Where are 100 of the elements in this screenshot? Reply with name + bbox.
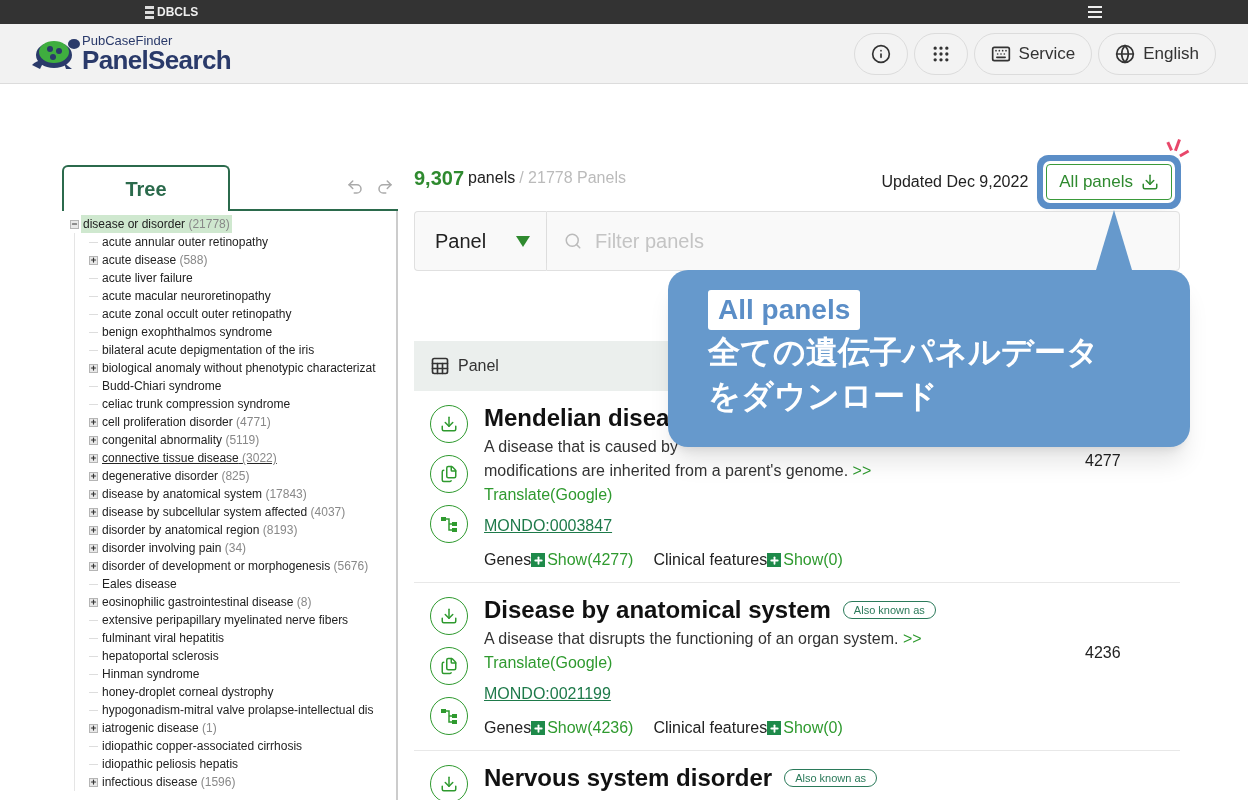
expand-icon[interactable] [89,597,98,607]
panel-count: 9,307 [414,166,465,191]
brand-name: DBCLS [157,4,199,21]
tree-item[interactable]: disorder involving pain (34) [100,539,249,557]
tree-item[interactable]: fulminant viral hepatitis [100,629,227,647]
callout-badge: All panels [708,290,861,330]
expand-icon[interactable] [89,417,98,427]
tree-item[interactable]: infectious disease (1596) [100,773,238,791]
tree-item[interactable]: hypogonadism-mitral valve prolapse-intellectual dis [100,701,376,719]
panel-count-label: panels [468,168,516,188]
plus-icon [531,553,546,567]
language-button[interactable]: English [1098,32,1216,75]
hierarchy-icon [440,515,458,533]
tree-item[interactable]: Budd-Chiari syndrome [100,377,224,395]
translate-link[interactable]: Translate(Google) [484,486,613,503]
expand-icon[interactable] [89,723,98,733]
tree-item[interactable]: Eales disease [100,575,179,593]
tree-item[interactable]: acute annular outer retinopathy [100,233,271,251]
tree-item[interactable]: connective tissue disease (3022) [100,449,279,467]
apps-button[interactable] [913,32,968,75]
tree-item[interactable]: extensive peripapillary myelinated nerve fibers [100,611,351,629]
panel-description: A disease that disrupts the functioning of an organ system. [484,630,899,647]
clinical-features-label: Clinical features [653,718,768,738]
expand-icon[interactable] [89,489,98,499]
panel-title[interactable]: Disease by anatomical system [484,593,831,627]
clinical-features-label: Clinical features [653,550,768,570]
search-icon [564,232,582,250]
genes-label: Genes [484,550,532,570]
logo-subtitle: PubCaseFinder [82,34,174,47]
panel-select[interactable]: Panel [414,211,546,271]
download-icon [1141,173,1159,191]
copy-icon [440,465,458,483]
callout-text: 全ての遺伝子パネルデータ [708,333,1100,372]
tree-item[interactable]: iatrogenic disease (1) [100,719,219,737]
tree-item[interactable]: hepatoportal sclerosis [100,647,221,665]
expand-icon[interactable] [89,525,98,535]
tree-item[interactable]: congenital abnormality (5119) [100,431,262,449]
hierarchy-icon [440,707,458,725]
tree-item[interactable]: cell proliferation disorder (4771) [100,413,273,431]
menu-icon[interactable] [1088,6,1102,18]
gene-count: 4236 [1085,644,1121,661]
expand-icon[interactable] [89,255,98,265]
copy-icon [440,657,458,675]
callout-text: をダウンロード [708,377,939,416]
info-button[interactable] [853,32,908,75]
expand-icon[interactable] [89,543,98,553]
tree-item[interactable]: disease or disorder (21778) [81,215,232,233]
total-panels: / 21778 Panels [519,166,626,190]
tree-item[interactable]: celiac trunk compression syndrome [100,395,293,413]
tree-item[interactable]: disease by subcellular system affected (4037) [100,503,348,521]
download-icon [440,607,458,625]
translate-link[interactable]: Translate(Google) [484,654,613,671]
tree-item[interactable]: eosinophilic gastrointestinal disease (8) [100,593,314,611]
expand-icon[interactable] [89,561,98,571]
service-button[interactable]: Service [973,32,1093,75]
mondo-link[interactable]: MONDO:0021199 [484,685,611,702]
table-icon [430,356,450,376]
tree-item[interactable]: idiopathic copper-associated cirrhosis [100,737,305,755]
tree-item[interactable]: acute zonal occult outer retinopathy [100,305,294,323]
panel-description: A disease that is caused by [484,438,678,455]
panel-description: modifications are inherited from a parent's genome. [484,462,849,479]
dropdown-icon [516,235,530,247]
expand-icon[interactable] [89,777,98,787]
mondo-link[interactable]: MONDO:0003847 [484,517,613,534]
tree-item[interactable]: honey-droplet corneal dystrophy [100,683,276,701]
expand-icon[interactable] [89,507,98,517]
clinical-features-show-button[interactable]: Show(0) [767,716,843,740]
tree-item[interactable]: idiopathic peliosis hepatis [100,755,241,773]
expand-icon[interactable] [89,453,98,463]
info-icon [870,43,891,64]
expand-icon[interactable] [89,435,98,445]
panel-title[interactable]: Nervous system disorder [484,761,773,795]
spark-icon [1166,138,1192,160]
genes-label: Genes [484,718,532,738]
download-icon [440,775,458,793]
tree-item[interactable]: acute macular neuroretinopathy [100,287,273,305]
tree-tab[interactable]: Tree [62,165,230,211]
clinical-features-show-button[interactable]: Show(0) [767,548,843,572]
tree-item[interactable]: degenerative disorder (825) [100,467,252,485]
brand-icon [145,5,154,19]
tree-item[interactable]: Hinman syndrome [100,665,202,683]
tree-item[interactable]: benign exophthalmos syndrome [100,323,275,341]
panel-title[interactable]: Mendelian disea [484,401,670,435]
genes-show-button[interactable]: Show(4277) [531,548,634,572]
tree-item[interactable]: bilateral acute depigmentation of the iris [100,341,317,359]
tree-item[interactable]: disorder by anatomical region (8193) [100,521,300,539]
plus-icon [767,721,782,735]
genes-show-button[interactable]: Show(4236) [531,716,634,740]
tree-item[interactable]: disease by anatomical system (17843) [100,485,309,503]
expand-icon[interactable] [89,363,98,373]
tree-item[interactable]: disorder of development or morphogenesis (5676) [100,557,371,575]
globe-icon [1115,43,1136,64]
more-link[interactable]: >> [852,462,872,479]
tree-item[interactable]: acute liver failure [100,269,195,287]
expand-icon[interactable] [89,471,98,481]
tree-item[interactable]: biological anomaly without phenotypic characterizat [100,359,378,377]
collapse-icon[interactable] [70,219,79,229]
gene-count: 4277 [1085,452,1121,469]
tree-item[interactable]: acute disease (588) [100,251,210,269]
more-link[interactable]: >> [902,630,922,647]
